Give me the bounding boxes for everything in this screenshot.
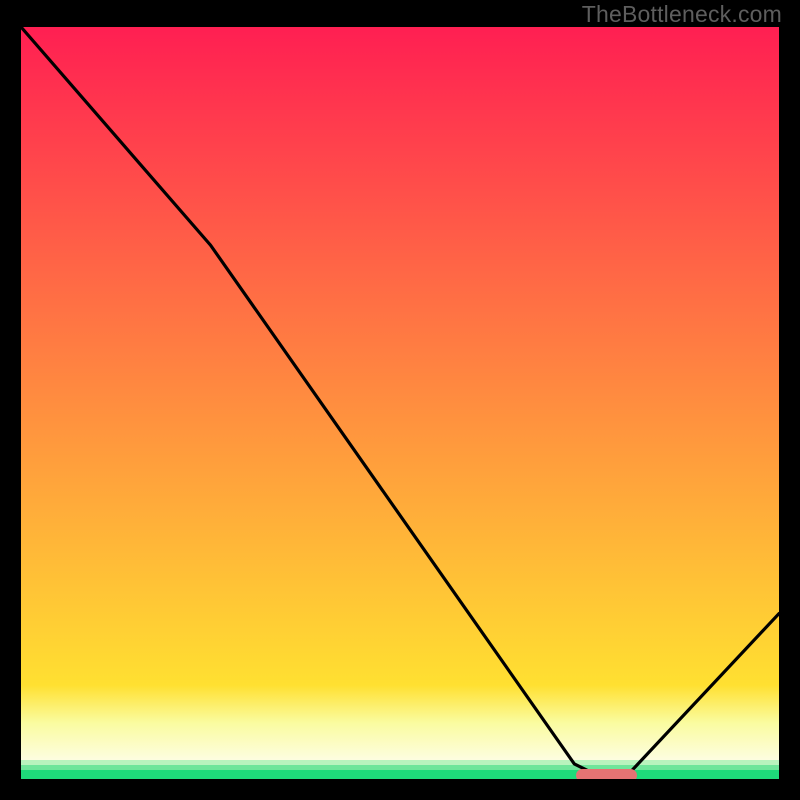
optimal-range-marker	[576, 769, 637, 782]
bottleneck-curve-path	[21, 27, 779, 775]
chart-frame	[17, 23, 783, 783]
bottleneck-curve-svg	[21, 27, 779, 779]
